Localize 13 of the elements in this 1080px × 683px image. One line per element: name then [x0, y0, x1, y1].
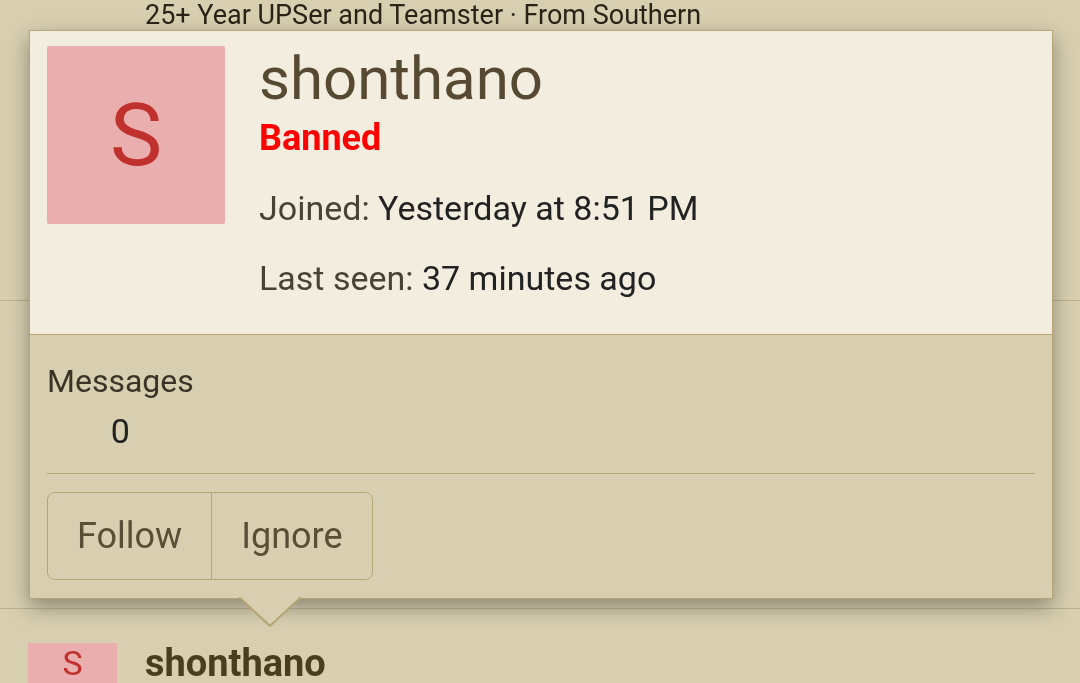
avatar-initial: S	[109, 91, 163, 179]
username[interactable]: shonthano	[259, 46, 699, 112]
action-button[interactable]: Ignore	[211, 493, 372, 579]
user-status-label: Banned	[259, 116, 382, 160]
avatar-initial: S	[62, 646, 83, 680]
avatar[interactable]: S	[28, 643, 117, 683]
joined-date: Joined: Yesterday at 8:51 PM	[259, 187, 699, 230]
avatar[interactable]: S	[47, 46, 225, 224]
member-tagline: 25+ Year UPSer and Teamster · From Southern	[145, 0, 702, 30]
stat-label: Messages	[47, 361, 194, 401]
last-seen: Last seen: 37 minutes ago	[259, 257, 658, 300]
post-author-name[interactable]: shonthano	[145, 643, 326, 683]
stat-value: 0	[110, 410, 130, 453]
